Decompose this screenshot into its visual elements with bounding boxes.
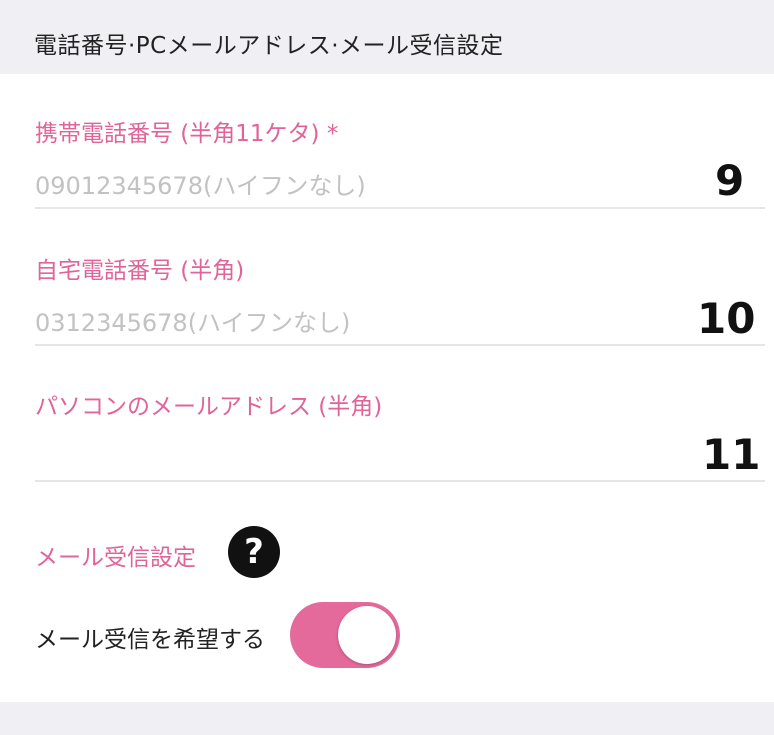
mobile-phone-input[interactable] [35, 165, 765, 209]
mobile-phone-label: 携帯電話番号 (半角11ケタ) * [35, 121, 339, 147]
home-phone-label: 自宅電話番号 (半角) [35, 258, 245, 284]
section-title: 電話番号·PCメールアドレス·メール受信設定 [34, 33, 504, 59]
section-header: 電話番号·PCメールアドレス·メール受信設定 [0, 0, 774, 74]
home-phone-input[interactable] [35, 302, 765, 346]
field-number-10: 10 [697, 294, 756, 343]
pc-email-input[interactable] [35, 438, 765, 482]
field-number-9: 9 [715, 156, 745, 205]
mail-receive-label: メール受信を希望する [35, 627, 265, 653]
toggle-knob [338, 606, 396, 664]
mail-settings-label: メール受信設定 [35, 545, 196, 571]
pc-email-label: パソコンのメールアドレス (半角) [35, 394, 383, 420]
form-page: 電話番号·PCメールアドレス·メール受信設定 携帯電話番号 (半角11ケタ) *… [0, 0, 774, 735]
mail-receive-toggle[interactable] [290, 602, 400, 668]
bottom-band [0, 702, 774, 735]
help-icon[interactable]: ? [228, 526, 280, 578]
field-number-11: 11 [702, 430, 761, 479]
